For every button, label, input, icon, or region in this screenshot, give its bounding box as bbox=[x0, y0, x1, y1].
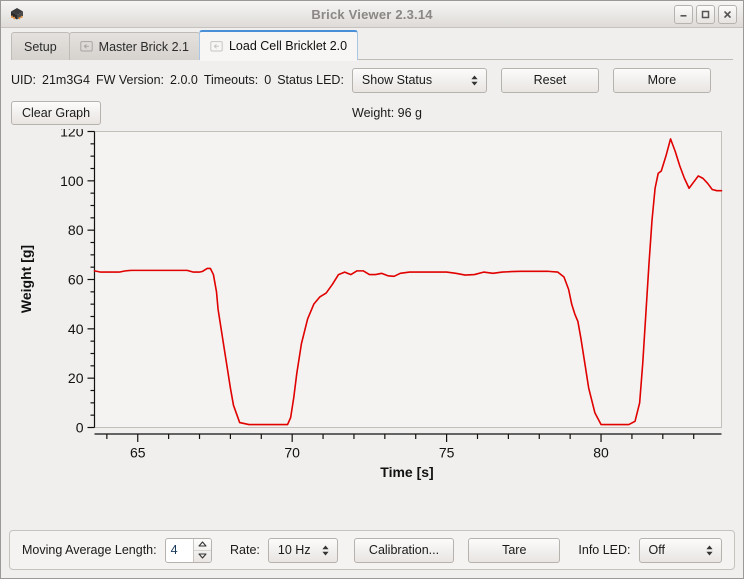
timeouts-label: Timeouts: bbox=[204, 73, 258, 87]
calibration-button[interactable]: Calibration... bbox=[354, 538, 454, 563]
maximize-button[interactable] bbox=[696, 5, 715, 24]
status-led-select[interactable]: Show Status bbox=[352, 68, 487, 93]
y-tick-label: 120 bbox=[60, 129, 84, 140]
y-tick-label: 80 bbox=[68, 222, 84, 238]
x-tick-label: 65 bbox=[130, 445, 146, 461]
detach-arrow-icon bbox=[80, 40, 93, 53]
rate-label: Rate: bbox=[230, 543, 260, 557]
rate-select[interactable]: 10 Hz bbox=[268, 538, 338, 563]
minimize-button[interactable] bbox=[674, 5, 693, 24]
y-tick-label: 0 bbox=[76, 420, 84, 436]
stepper-buttons[interactable] bbox=[193, 539, 211, 562]
moving-average-label: Moving Average Length: bbox=[22, 543, 157, 557]
y-tick-label: 60 bbox=[68, 272, 84, 288]
y-axis: 0 20 40 60 80 100 120 bbox=[60, 129, 94, 436]
clear-graph-button[interactable]: Clear Graph bbox=[11, 101, 101, 125]
brick-icon bbox=[9, 6, 25, 22]
detach-arrow-icon bbox=[210, 40, 223, 53]
info-led-label: Info LED: bbox=[578, 543, 630, 557]
window-controls bbox=[674, 5, 737, 24]
tab-bar: Setup Master Brick 2.1 Load Cell Brickle… bbox=[1, 28, 743, 60]
tab-setup-label: Setup bbox=[24, 40, 57, 54]
fw-version-value: 2.0.0 bbox=[170, 73, 198, 87]
close-button[interactable] bbox=[718, 5, 737, 24]
y-tick-label: 40 bbox=[68, 321, 84, 337]
footer-toolbar: Moving Average Length: 4 Rate: 10 Hz bbox=[9, 530, 735, 570]
rate-select-value: 10 Hz bbox=[278, 543, 311, 557]
info-led-select-value: Off bbox=[649, 543, 694, 557]
weight-readout: Weight: 96 g bbox=[11, 106, 733, 120]
plot-area-background bbox=[95, 132, 722, 428]
title-bar: Brick Viewer 2.3.14 bbox=[1, 1, 743, 28]
moving-average-stepper[interactable]: 4 bbox=[165, 538, 212, 563]
window-title: Brick Viewer 2.3.14 bbox=[1, 7, 743, 22]
page-content: UID: 21m3G4 FW Version: 2.0.0 Timeouts: … bbox=[1, 60, 743, 487]
uid-value: 21m3G4 bbox=[42, 73, 90, 87]
fw-version-label: FW Version: bbox=[96, 73, 164, 87]
tab-load-cell-bricklet[interactable]: Load Cell Bricklet 2.0 bbox=[199, 30, 358, 60]
y-axis-label: Weight [g] bbox=[18, 245, 34, 313]
reset-button[interactable]: Reset bbox=[501, 68, 599, 93]
stepper-up-icon[interactable] bbox=[194, 539, 211, 551]
more-button[interactable]: More bbox=[613, 68, 711, 93]
y-tick-label: 20 bbox=[68, 370, 84, 386]
weight-plot: 0 20 40 60 80 100 120 65 70 75 80 Time [s] Weight… bbox=[11, 129, 735, 487]
x-tick-label: 80 bbox=[593, 445, 609, 461]
graph-toolbar: Clear Graph Weight: 96 g bbox=[11, 97, 733, 129]
chevron-updown-icon bbox=[321, 544, 331, 557]
x-tick-label: 75 bbox=[439, 445, 455, 461]
x-axis: 65 70 75 80 bbox=[95, 434, 722, 461]
x-axis-label: Time [s] bbox=[380, 464, 433, 480]
chevron-updown-icon bbox=[469, 74, 480, 87]
tare-button[interactable]: Tare bbox=[468, 538, 560, 563]
device-info-row: UID: 21m3G4 FW Version: 2.0.0 Timeouts: … bbox=[11, 60, 733, 97]
status-led-label: Status LED: bbox=[277, 73, 344, 87]
brick-viewer-window: Brick Viewer 2.3.14 Setup Mast bbox=[0, 0, 744, 579]
chevron-updown-icon bbox=[704, 544, 715, 557]
x-tick-label: 70 bbox=[284, 445, 300, 461]
weight-plot-svg: 0 20 40 60 80 100 120 65 70 75 80 Time [s] Weight… bbox=[11, 129, 735, 487]
tab-master-brick[interactable]: Master Brick 2.1 bbox=[69, 32, 200, 60]
info-led-select[interactable]: Off bbox=[639, 538, 722, 563]
moving-average-value: 4 bbox=[166, 539, 193, 562]
tab-load-cell-bricklet-label: Load Cell Bricklet 2.0 bbox=[229, 39, 347, 53]
tab-master-brick-label: Master Brick 2.1 bbox=[99, 40, 189, 54]
timeouts-value: 0 bbox=[264, 73, 271, 87]
tab-setup[interactable]: Setup bbox=[11, 32, 70, 60]
status-led-select-value: Show Status bbox=[362, 73, 459, 87]
uid-label: UID: bbox=[11, 73, 36, 87]
stepper-down-icon[interactable] bbox=[194, 551, 211, 562]
y-tick-label: 100 bbox=[60, 173, 84, 189]
